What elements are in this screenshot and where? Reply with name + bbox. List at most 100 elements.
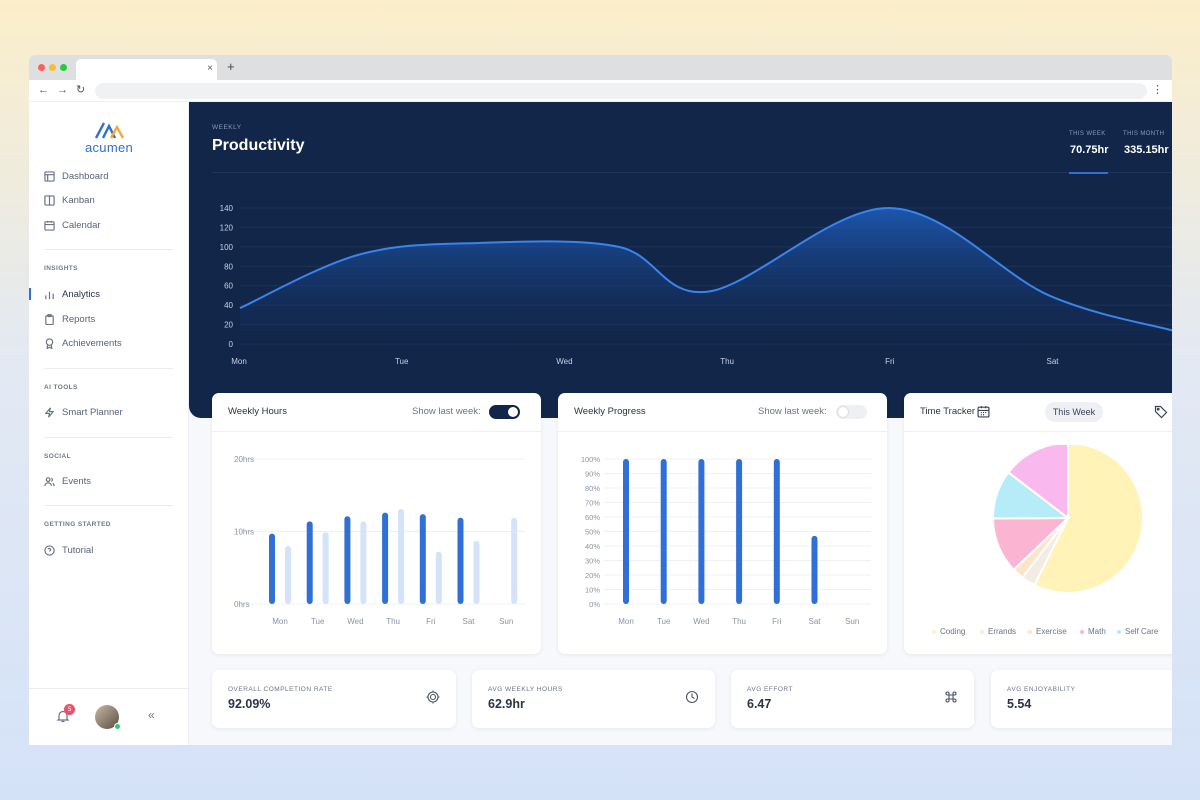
zap-icon: [44, 407, 55, 417]
bar-chart-icon: [45, 291, 54, 299]
brand-name: acumen: [84, 140, 134, 155]
sidebar-item-achievements[interactable]: Achievements: [44, 334, 122, 352]
legend-item[interactable]: Exercise: [1028, 627, 1067, 636]
y-tick-label: 70%: [585, 499, 600, 508]
sidebar-item-label: Events: [62, 475, 92, 487]
collapse-sidebar-button[interactable]: «: [148, 708, 155, 722]
new-tab-button[interactable]: +: [227, 60, 235, 74]
y-tick-label: 0: [229, 340, 234, 349]
sidebar-item-label: Kanban: [62, 194, 95, 206]
legend-swatch: [980, 629, 984, 634]
legend-item[interactable]: Self Care: [1117, 627, 1158, 636]
logo-mark-icon: [94, 122, 125, 139]
maximize-window-dot[interactable]: [60, 64, 67, 71]
y-tick-label: 20hrs: [234, 455, 254, 464]
clock-icon: [685, 690, 699, 704]
weekly-progress-card: Weekly Progress Show last week: 100% 90% 8…: [558, 393, 887, 654]
y-tick-label: 10hrs: [234, 528, 254, 537]
bar-this-week: [419, 514, 426, 604]
y-tick-label: 20%: [585, 571, 600, 580]
card-header-divider: [558, 431, 887, 432]
reload-button[interactable]: ↻: [76, 83, 85, 97]
calendar-icon[interactable]: [977, 405, 990, 418]
progress-bar: [773, 459, 780, 604]
x-tick-label: Sat: [808, 617, 821, 626]
section-label-ai-tools: AI TOOLS: [44, 384, 78, 391]
close-window-dot[interactable]: [38, 64, 45, 71]
bar-this-week: [344, 516, 351, 604]
sidebar-item-reports[interactable]: Reports: [44, 310, 95, 328]
layout-icon: [44, 170, 55, 182]
sidebar-item-tutorial[interactable]: Tutorial: [44, 541, 93, 559]
kpi-value: 5.54: [1007, 697, 1032, 711]
browser-tab-bar: × +: [29, 55, 1172, 80]
kpi-label: AVG ENJOYABILITY: [1007, 686, 1076, 693]
sidebar-item-label: Smart Planner: [62, 406, 123, 418]
x-tick-label: Sat: [462, 617, 475, 626]
y-tick-label: 50%: [585, 528, 600, 537]
browser-menu-icon[interactable]: ⋮: [1152, 83, 1163, 96]
sidebar-item-smart-planner[interactable]: Smart Planner: [44, 403, 123, 421]
kpi-value: 6.47: [747, 697, 772, 711]
tag-icon[interactable]: [1154, 405, 1168, 419]
show-last-week-toggle[interactable]: [836, 405, 867, 419]
legend-label: Math: [1088, 627, 1106, 636]
weekly-progress-title: Weekly Progress: [574, 406, 646, 417]
legend-item[interactable]: Errands: [980, 627, 1016, 636]
sidebar-item-events[interactable]: Events: [44, 472, 91, 490]
legend-item[interactable]: Math: [1080, 627, 1106, 636]
minimize-window-dot[interactable]: [49, 64, 56, 71]
range-selector-pill[interactable]: This Week: [1045, 402, 1103, 422]
y-tick-label: 10%: [585, 586, 600, 595]
back-button[interactable]: ←: [38, 83, 49, 97]
x-tick-label: Sat: [1046, 357, 1059, 366]
legend-label: Coding: [940, 627, 966, 636]
active-indicator: [29, 288, 31, 300]
y-tick-label: 80: [224, 262, 233, 271]
progress-bar: [660, 459, 667, 604]
progress-bar: [698, 459, 705, 604]
sidebar-item-dashboard[interactable]: Dashboard: [44, 167, 108, 185]
sidebar-divider: [44, 437, 173, 438]
x-tick-label: Tue: [311, 617, 325, 626]
weekly-hours-chart: 20hrs 10hrs 0hrs Mon Tue Wed Thu Fri Sat Sun: [234, 455, 525, 626]
tab-close-icon[interactable]: ×: [207, 63, 213, 75]
legend-swatch: [1080, 629, 1084, 634]
target-icon: [426, 690, 440, 704]
users-icon: [44, 476, 55, 486]
address-bar: ← → ↻ ⋮: [29, 80, 1172, 102]
weekly-hours-card: Weekly Hours Show last week: 20hrs 10hrs 0…: [212, 393, 541, 654]
sidebar-item-label: Tutorial: [62, 544, 94, 556]
x-tick-label: Sun: [499, 617, 513, 626]
x-tick-label: Mon: [231, 357, 247, 366]
sidebar-item-label: Achievements: [62, 337, 122, 349]
toggle-knob: [508, 407, 518, 417]
section-label-social: SOCIAL: [44, 453, 71, 460]
y-tick-label: 60: [224, 282, 233, 291]
y-tick-label: 80%: [585, 484, 600, 493]
legend-item[interactable]: Coding: [932, 627, 965, 636]
show-last-week-toggle[interactable]: [489, 405, 520, 419]
y-tick-label: 0%: [589, 600, 600, 609]
x-tick-label: Wed: [556, 357, 572, 366]
sidebar: acumen Dashboard Kanban Calendar INSIGHT…: [29, 102, 189, 745]
sidebar-item-calendar[interactable]: Calendar: [44, 216, 101, 234]
sidebar-item-analytics[interactable]: Analytics: [44, 285, 100, 303]
sidebar-item-label: Analytics: [62, 288, 101, 300]
sidebar-item-kanban[interactable]: Kanban: [44, 191, 95, 209]
online-status-dot: [114, 723, 121, 730]
sidebar-divider: [44, 249, 173, 250]
kpi-label: AVG EFFORT: [747, 686, 793, 693]
url-input[interactable]: [95, 83, 1147, 99]
legend-swatch: [932, 629, 936, 634]
acumen-logo[interactable]: acumen: [81, 120, 137, 156]
legend-label: Exercise: [1036, 627, 1067, 636]
weekly-progress-chart: 100% 90% 80% 70% 60% 50% 40% 30% 20% 10% 0% Mon Tue W…: [581, 455, 871, 626]
forward-button[interactable]: →: [57, 83, 68, 97]
x-tick-label: Tue: [395, 357, 409, 366]
y-tick-label: 40: [224, 301, 233, 310]
browser-tab[interactable]: ×: [76, 59, 217, 80]
y-tick-label: 0hrs: [234, 600, 250, 609]
x-tick-label: Mon: [618, 617, 634, 626]
bar-last-week: [473, 540, 480, 604]
